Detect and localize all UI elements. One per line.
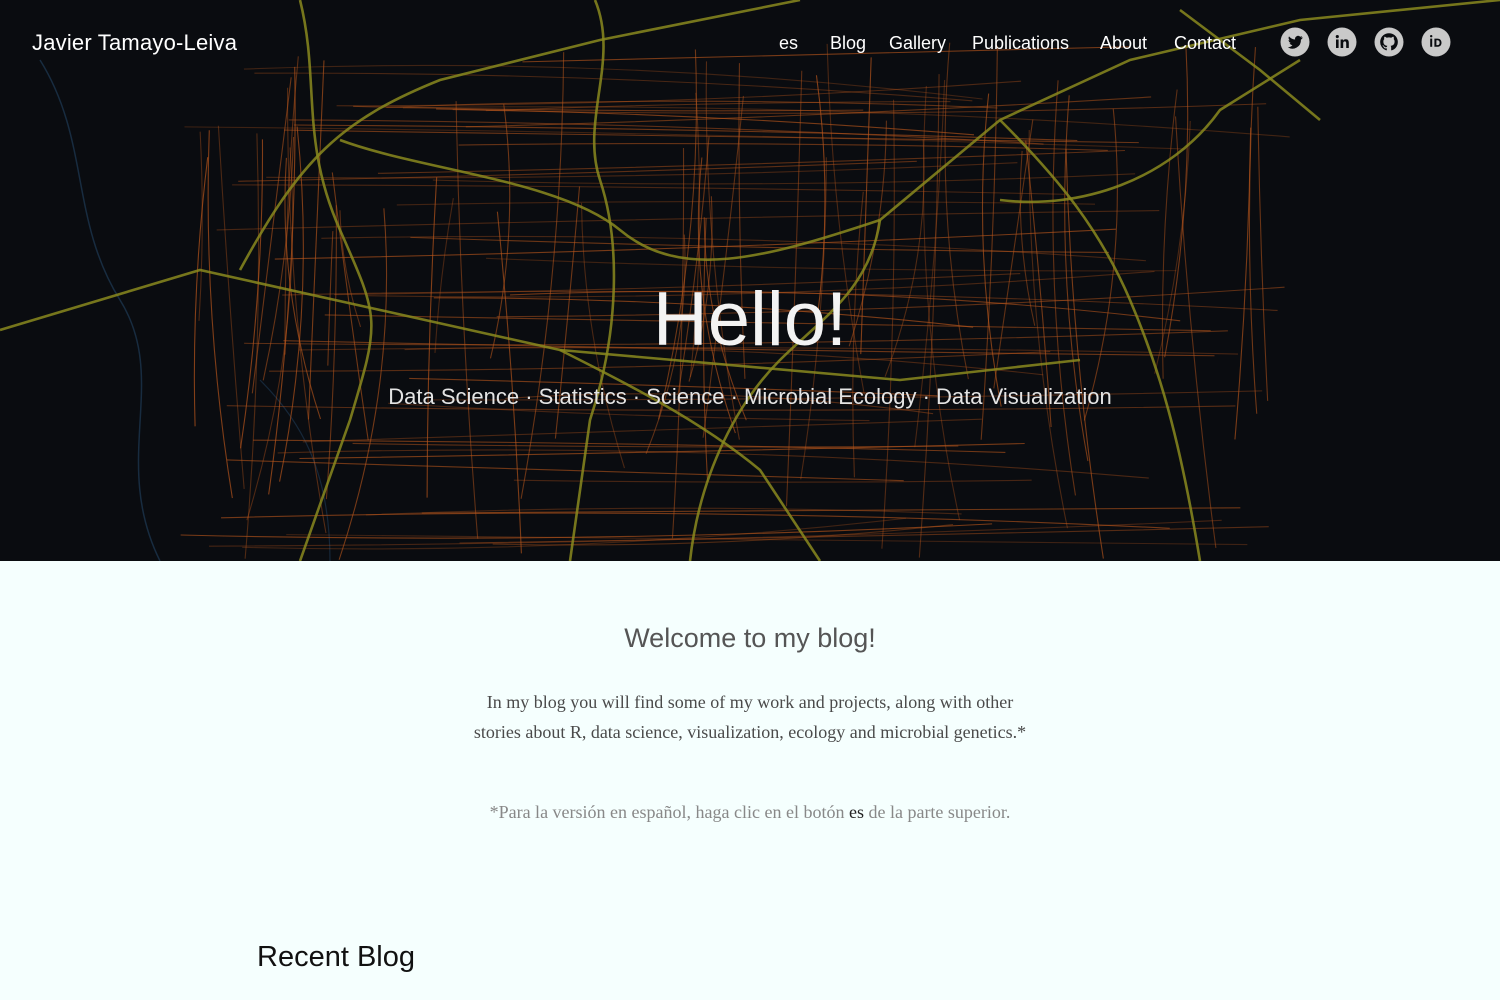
nav-item-publications[interactable]: Publications: [972, 33, 1069, 54]
twitter-icon: [1280, 27, 1310, 57]
nav-menu: es Blog Gallery Publications About Conta…: [0, 33, 1500, 57]
linkedin-icon: [1327, 27, 1357, 57]
github-link[interactable]: [1374, 27, 1404, 57]
github-icon: [1374, 27, 1404, 57]
note-text-after: de la parte superior.: [863, 802, 1011, 822]
street-path: [377, 149, 1125, 174]
orcid-icon: [1421, 27, 1451, 57]
orcid-link[interactable]: [1421, 27, 1451, 57]
street-path: [458, 143, 1108, 151]
spanish-note: *Para la versión en español, haga clic e…: [470, 797, 1030, 827]
linkedin-link[interactable]: [1327, 27, 1357, 57]
street-path: [352, 442, 959, 448]
nav-item-contact[interactable]: Contact: [1174, 33, 1236, 54]
nav-item-blog[interactable]: Blog: [830, 33, 866, 54]
street-path: [302, 418, 982, 443]
hero-title: Hello!: [652, 277, 848, 362]
nav-item-es[interactable]: es: [779, 33, 798, 54]
note-text-before: Para la versión en español, haga clic en…: [498, 802, 849, 822]
intro-asterisk: *: [1017, 722, 1027, 742]
street-path: [232, 184, 1065, 195]
street-path: [496, 211, 522, 554]
street-path: [396, 200, 1096, 206]
twitter-link[interactable]: [1280, 27, 1310, 57]
street-path: [274, 228, 1116, 260]
note-es-label: es: [848, 802, 864, 822]
street-path: [513, 479, 1032, 483]
street-path: [299, 442, 1025, 460]
recent-blog-heading: Recent Blog: [257, 941, 415, 973]
nav-item-gallery[interactable]: Gallery: [889, 33, 946, 54]
nav-item-about[interactable]: About: [1100, 33, 1147, 54]
welcome-heading: Welcome to my blog!: [624, 623, 876, 653]
intro-paragraph: In my blog you will find some of my work…: [470, 687, 1030, 747]
street-path: [307, 60, 325, 420]
intro-text: In my blog you will find some of my work…: [473, 692, 1018, 742]
top-navbar: Javier Tamayo-Leiva es Blog Gallery Publ…: [0, 0, 1500, 90]
note-asterisk: *: [489, 802, 499, 822]
street-path: [266, 162, 1018, 179]
hero-banner: Javier Tamayo-Leiva es Blog Gallery Publ…: [0, 0, 1500, 561]
street-path: [486, 257, 1177, 272]
main-content: Welcome to my blog! In my blog you will …: [0, 561, 1500, 1000]
hero-subtitle: Data Science · Statistics · Science · Mi…: [388, 384, 1112, 409]
